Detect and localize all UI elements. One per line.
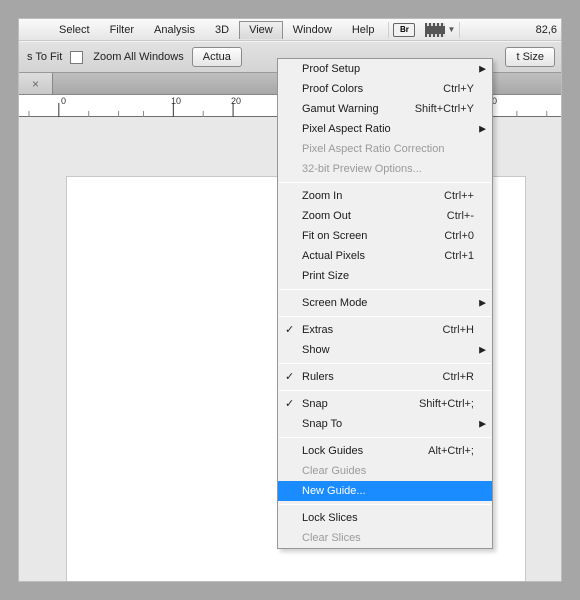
menu-separator	[279, 363, 491, 364]
menu-item-shortcut: Ctrl+1	[444, 250, 474, 262]
menubar: Select Filter Analysis 3D View Window He…	[19, 19, 561, 41]
menu-item-label: Lock Slices	[302, 512, 474, 524]
app-frame: Select Filter Analysis 3D View Window He…	[18, 18, 562, 582]
document-tab-close[interactable]: ×	[19, 73, 53, 94]
menu-item-shortcut: Ctrl+-	[447, 210, 474, 222]
menubar-separator	[388, 22, 389, 38]
actual-pixels-button-truncated[interactable]: Actua	[192, 47, 242, 67]
menu-item-pixel-aspect-ratio-correction: Pixel Aspect Ratio Correction	[278, 139, 492, 159]
menu-item-label: Proof Setup	[302, 63, 474, 75]
ruler-mark: 10	[171, 96, 181, 106]
menu-item-extras[interactable]: ✓ ExtrasCtrl+H	[278, 320, 492, 340]
menu-item-label: Snap To	[302, 418, 474, 430]
submenu-arrow-icon: ▶	[479, 419, 486, 430]
opt-left-truncated: s To Fit	[25, 51, 62, 63]
menu-item-label: 32-bit Preview Options...	[302, 163, 474, 175]
menu-item-shortcut: Shift+Ctrl+;	[419, 398, 474, 410]
film-icon[interactable]	[425, 23, 445, 37]
menu-item-shortcut: Ctrl+0	[444, 230, 474, 242]
menu-item-show[interactable]: Show ▶	[278, 340, 492, 360]
print-size-button-truncated[interactable]: t Size	[505, 47, 555, 67]
menu-separator	[279, 504, 491, 505]
menu-separator	[279, 182, 491, 183]
menu-window[interactable]: Window	[283, 21, 342, 39]
submenu-arrow-icon: ▶	[479, 124, 486, 135]
menu-item-label: Gamut Warning	[302, 103, 415, 115]
menu-item-label: Rulers	[302, 371, 443, 383]
menu-item-fit-on-screen[interactable]: Fit on ScreenCtrl+0	[278, 226, 492, 246]
menu-item-label: Pixel Aspect Ratio	[302, 123, 474, 135]
ruler-mark: 20	[231, 96, 241, 106]
menu-item-label: Fit on Screen	[302, 230, 444, 242]
menu-item-32-bit-preview-options: 32-bit Preview Options...	[278, 159, 492, 179]
menu-item-lock-slices[interactable]: Lock Slices	[278, 508, 492, 528]
submenu-arrow-icon: ▶	[479, 298, 486, 309]
submenu-arrow-icon: ▶	[479, 64, 486, 75]
menu-item-label: New Guide...	[302, 485, 474, 497]
menu-item-new-guide[interactable]: New Guide...	[278, 481, 492, 501]
chevron-down-icon[interactable]: ▼	[447, 25, 455, 34]
menu-item-label: Clear Slices	[302, 532, 474, 544]
menu-item-shortcut: Shift+Ctrl+Y	[415, 103, 474, 115]
menu-item-label: Screen Mode	[302, 297, 474, 309]
menubar-right: 82,6	[536, 24, 561, 36]
menu-3d[interactable]: 3D	[205, 21, 239, 39]
menu-item-zoom-out[interactable]: Zoom OutCtrl+-	[278, 206, 492, 226]
menu-filter[interactable]: Filter	[100, 21, 144, 39]
menu-item-label: Clear Guides	[302, 465, 474, 477]
menu-item-screen-mode[interactable]: Screen Mode ▶	[278, 293, 492, 313]
menu-help[interactable]: Help	[342, 21, 385, 39]
menu-separator	[279, 289, 491, 290]
menu-item-rulers[interactable]: ✓ RulersCtrl+R	[278, 367, 492, 387]
menu-item-snap[interactable]: ✓ SnapShift+Ctrl+;	[278, 394, 492, 414]
check-icon: ✓	[285, 397, 294, 410]
menu-item-label: Show	[302, 344, 474, 356]
zoom-all-windows-label: Zoom All Windows	[91, 51, 183, 63]
check-icon: ✓	[285, 370, 294, 383]
menu-item-shortcut: Ctrl+H	[443, 324, 474, 336]
menu-item-gamut-warning[interactable]: Gamut WarningShift+Ctrl+Y	[278, 99, 492, 119]
menu-item-proof-setup[interactable]: Proof Setup ▶	[278, 59, 492, 79]
menu-item-shortcut: Ctrl+Y	[443, 83, 474, 95]
menu-item-shortcut: Ctrl+R	[443, 371, 474, 383]
menu-item-shortcut: Alt+Ctrl+;	[428, 445, 474, 457]
menu-item-print-size[interactable]: Print Size	[278, 266, 492, 286]
menu-item-label: Zoom In	[302, 190, 444, 202]
menubar-separator	[459, 22, 460, 38]
menu-item-lock-guides[interactable]: Lock GuidesAlt+Ctrl+;	[278, 441, 492, 461]
menu-item-label: Proof Colors	[302, 83, 443, 95]
menu-item-zoom-in[interactable]: Zoom InCtrl++	[278, 186, 492, 206]
menu-item-clear-slices: Clear Slices	[278, 528, 492, 548]
menu-item-label: Extras	[302, 324, 443, 336]
menu-item-proof-colors[interactable]: Proof ColorsCtrl+Y	[278, 79, 492, 99]
menu-item-label: Actual Pixels	[302, 250, 444, 262]
menu-item-label: Lock Guides	[302, 445, 428, 457]
zoom-all-windows-checkbox[interactable]	[70, 51, 83, 64]
menu-item-label: Zoom Out	[302, 210, 447, 222]
menu-select[interactable]: Select	[49, 21, 100, 39]
menu-separator	[279, 316, 491, 317]
menu-item-actual-pixels[interactable]: Actual PixelsCtrl+1	[278, 246, 492, 266]
menu-separator	[279, 390, 491, 391]
view-menu-dropdown: Proof Setup▶Proof ColorsCtrl+YGamut Warn…	[277, 58, 493, 549]
menu-item-pixel-aspect-ratio[interactable]: Pixel Aspect Ratio ▶	[278, 119, 492, 139]
check-icon: ✓	[285, 323, 294, 336]
submenu-arrow-icon: ▶	[479, 345, 486, 356]
menu-item-snap-to[interactable]: Snap To ▶	[278, 414, 492, 434]
menu-item-label: Snap	[302, 398, 419, 410]
ruler-mark: 0	[61, 96, 66, 106]
zoom-value[interactable]: 82,6	[536, 24, 557, 36]
menu-item-shortcut: Ctrl++	[444, 190, 474, 202]
menu-analysis[interactable]: Analysis	[144, 21, 205, 39]
menu-separator	[279, 437, 491, 438]
menu-item-label: Print Size	[302, 270, 474, 282]
menu-item-clear-guides: Clear Guides	[278, 461, 492, 481]
menu-item-label: Pixel Aspect Ratio Correction	[302, 143, 474, 155]
bridge-icon[interactable]: Br	[393, 23, 415, 37]
menu-view[interactable]: View	[239, 21, 283, 39]
